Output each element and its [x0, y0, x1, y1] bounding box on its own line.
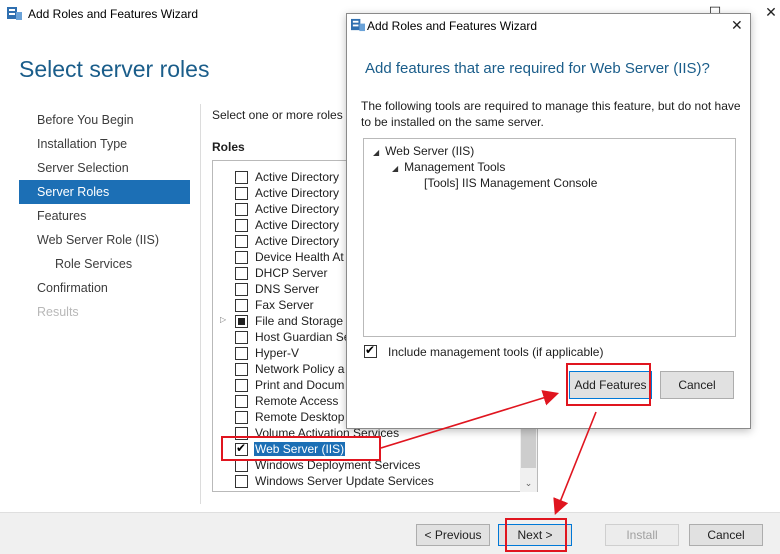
expand-arrow-icon[interactable]: ◢	[373, 148, 379, 157]
dialog-description: The following tools are required to mana…	[361, 99, 741, 129]
close-icon[interactable]: ✕	[731, 17, 743, 34]
nav-item-server-roles[interactable]: Server Roles	[19, 180, 190, 204]
nav-item-role-services[interactable]: Role Services	[19, 252, 190, 276]
role-label: Active Directory	[255, 202, 340, 216]
cancel-button[interactable]: Cancel	[689, 524, 763, 546]
role-checkbox[interactable]	[235, 379, 248, 392]
role-row[interactable]: Windows Server Update Services	[213, 473, 537, 489]
roles-scrollbar-thumb[interactable]	[521, 426, 536, 468]
nav-item-web-server-role[interactable]: Web Server Role (IIS)	[19, 228, 190, 252]
role-label: Network Policy a	[255, 362, 345, 376]
role-checkbox[interactable]	[235, 411, 248, 424]
role-checkbox[interactable]	[235, 299, 248, 312]
roles-description: Select one or more roles	[212, 108, 343, 122]
role-checkbox[interactable]	[235, 283, 248, 296]
tree-item[interactable]: [Tools] IIS Management Console	[424, 176, 597, 190]
expand-arrow-icon[interactable]: ◢	[392, 164, 398, 173]
role-label: Hyper-V	[255, 346, 300, 360]
nav-item-features[interactable]: Features	[19, 204, 190, 228]
nav-item-results: Results	[37, 305, 79, 319]
highlight-web-server-role	[221, 436, 381, 461]
dialog-cancel-button[interactable]: Cancel	[660, 371, 734, 399]
role-label: Device Health At	[255, 250, 344, 264]
role-label: Active Directory	[255, 234, 340, 248]
role-label: File and Storage	[255, 314, 344, 328]
required-features-tree: ◢ Web Server (IIS) ◢ Management Tools [Too…	[363, 138, 736, 337]
role-checkbox[interactable]	[235, 187, 248, 200]
role-checkbox[interactable]	[235, 171, 248, 184]
role-label: Remote Desktop	[255, 410, 345, 424]
nav-divider	[200, 104, 201, 504]
role-label: DHCP Server	[255, 266, 328, 280]
install-button: Install	[605, 524, 679, 546]
role-checkbox[interactable]	[235, 475, 248, 488]
window-title: Add Roles and Features Wizard	[28, 7, 199, 21]
tree-item[interactable]: ◢ Management Tools	[392, 160, 505, 174]
role-label: Fax Server	[255, 298, 314, 312]
roles-heading: Roles	[212, 140, 245, 154]
nav-item-server-selection[interactable]: Server Selection	[19, 156, 190, 180]
nav-item-before-you-begin[interactable]: Before You Begin	[19, 108, 190, 132]
role-checkbox[interactable]	[235, 267, 248, 280]
role-checkbox[interactable]	[235, 363, 248, 376]
wizard-footer: < Previous Next > Install Cancel	[0, 512, 780, 554]
role-checkbox[interactable]	[235, 219, 248, 232]
nav-item-confirmation[interactable]: Confirmation	[19, 276, 190, 300]
role-checkbox[interactable]	[235, 251, 248, 264]
role-checkbox[interactable]	[235, 347, 248, 360]
role-label: DNS Server	[255, 282, 320, 296]
scroll-down-icon[interactable]: ⌄	[521, 476, 536, 490]
role-label: Active Directory	[255, 170, 340, 184]
wizard-nav: Before You Begin Installation Type Serve…	[19, 108, 190, 324]
role-label: Print and Docum	[255, 378, 345, 392]
include-management-tools-checkbox[interactable]	[364, 343, 377, 358]
main-close-icon[interactable]: ✕	[756, 2, 780, 22]
tree-item[interactable]: ◢ Web Server (IIS)	[373, 144, 474, 158]
role-label: Host Guardian Se	[255, 330, 351, 344]
highlight-add-features	[566, 363, 651, 406]
expand-arrow-icon[interactable]: ▷	[220, 315, 226, 324]
server-manager-icon	[351, 18, 365, 32]
highlight-next-button	[505, 518, 567, 552]
nav-item-installation-type[interactable]: Installation Type	[19, 132, 190, 156]
previous-button[interactable]: < Previous	[416, 524, 490, 546]
role-checkbox[interactable]	[235, 395, 248, 408]
page-title: Select server roles	[19, 56, 210, 82]
dialog-heading: Add features that are required for Web S…	[365, 60, 710, 77]
add-features-dialog: Add Roles and Features Wizard ✕ Add feat…	[346, 13, 751, 429]
role-checkbox[interactable]	[235, 203, 248, 216]
role-label: Active Directory	[255, 186, 340, 200]
role-checkbox[interactable]	[235, 331, 248, 344]
server-manager-icon	[7, 7, 22, 20]
role-label: Active Directory	[255, 218, 340, 232]
role-checkbox[interactable]	[235, 315, 248, 328]
role-checkbox[interactable]	[235, 235, 248, 248]
include-management-tools-label: Include management tools (if applicable)	[388, 345, 604, 359]
role-label: Remote Access	[255, 394, 339, 408]
role-label: Windows Server Update Services	[255, 474, 434, 488]
dialog-title: Add Roles and Features Wizard	[367, 19, 538, 33]
